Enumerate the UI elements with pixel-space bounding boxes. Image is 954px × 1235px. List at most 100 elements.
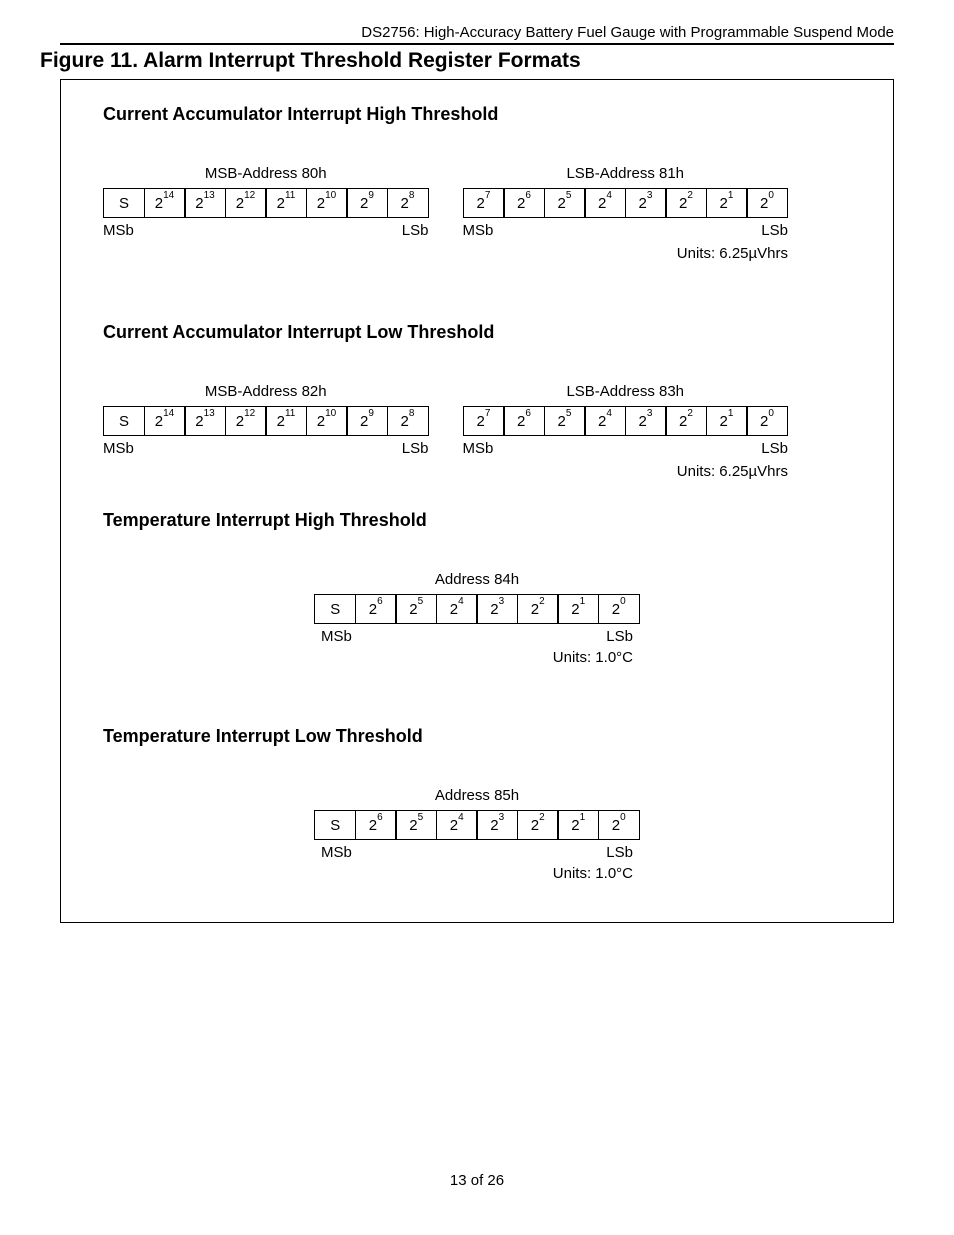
bit-cell: 27: [463, 188, 505, 218]
msb-byte: MSB-Address 82h S2142132122112102928 MSb…: [103, 383, 429, 480]
bit-cell: 29: [346, 406, 388, 436]
bit-cell: 23: [625, 406, 667, 436]
bit-cell: 212: [225, 188, 267, 218]
section-title: Temperature Interrupt Low Threshold: [103, 726, 851, 747]
section-title: Current Accumulator Interrupt Low Thresh…: [103, 322, 851, 343]
bit-cell: 28: [387, 406, 429, 436]
bit-row: S26252423222120: [314, 594, 640, 624]
bit-cell: 22: [517, 594, 559, 624]
units-label: Units: 6.25µVhrs: [677, 463, 788, 480]
bit-row: 2726252423222120: [463, 406, 789, 436]
bit-cell: 22: [665, 406, 707, 436]
lsb-label: LSb: [402, 440, 429, 457]
bit-cell: 20: [746, 406, 788, 436]
bit-cell: 26: [503, 188, 545, 218]
msb-label: MSb: [463, 222, 494, 239]
units-label: Units: 6.25µVhrs: [677, 245, 788, 262]
lsb-byte: LSB-Address 81h 2726252423222120 MSb LSb…: [463, 165, 789, 262]
units-label: Units: 1.0°C: [321, 649, 633, 666]
bit-cell: 28: [387, 188, 429, 218]
address-label: MSB-Address 80h: [205, 165, 327, 182]
bit-cell: 24: [436, 594, 478, 624]
bit-cell: 29: [346, 188, 388, 218]
address-label: MSB-Address 82h: [205, 383, 327, 400]
bit-cell: 23: [625, 188, 667, 218]
msb-label: MSb: [463, 440, 494, 457]
bit-cell: 20: [746, 188, 788, 218]
bit-cell: S: [103, 406, 145, 436]
msb-label: MSb: [103, 222, 134, 239]
header-rule: [60, 43, 894, 45]
bit-cell: 210: [306, 188, 348, 218]
page-header: DS2756: High-Accuracy Battery Fuel Gauge…: [60, 24, 894, 41]
lsb-byte: LSB-Address 83h 2726252423222120 MSb LSb…: [463, 383, 789, 480]
bit-labels: MSb LSb: [463, 440, 789, 457]
bit-cell: 24: [584, 406, 626, 436]
bit-cell: 26: [355, 594, 397, 624]
bit-cell: 214: [144, 406, 186, 436]
page: DS2756: High-Accuracy Battery Fuel Gauge…: [0, 0, 954, 1235]
lsb-label: LSb: [606, 844, 633, 861]
bit-cell: 213: [184, 406, 226, 436]
bit-cell: 211: [265, 188, 307, 218]
bit-cell: S: [314, 810, 356, 840]
lsb-label: LSb: [402, 222, 429, 239]
bit-cell: 24: [584, 188, 626, 218]
bit-cell: 23: [476, 810, 518, 840]
bit-cell: S: [314, 594, 356, 624]
bit-cell: 23: [476, 594, 518, 624]
bit-labels: MSb LSb: [321, 628, 633, 645]
bit-cell: 212: [225, 406, 267, 436]
bit-cell: 24: [436, 810, 478, 840]
bit-row: S2142132122112102928: [103, 188, 429, 218]
bit-cell: 210: [306, 406, 348, 436]
page-number: 13 of 26: [0, 1172, 954, 1189]
bit-cell: 26: [355, 810, 397, 840]
bit-cell: 21: [706, 406, 748, 436]
bit-cell: 213: [184, 188, 226, 218]
bit-cell: 20: [598, 810, 640, 840]
bit-cell: 27: [463, 406, 505, 436]
register-double: MSB-Address 80h S2142132122112102928 MSb…: [103, 165, 851, 262]
address-label: Address 84h: [435, 571, 519, 588]
msb-label: MSb: [321, 844, 352, 861]
bit-cell: 25: [395, 810, 437, 840]
bit-cell: 22: [517, 810, 559, 840]
lsb-label: LSb: [761, 222, 788, 239]
bit-row: S2142132122112102928: [103, 406, 429, 436]
bit-cell: 25: [544, 406, 586, 436]
bit-labels: MSb LSb: [103, 222, 429, 239]
bit-cell: 25: [544, 188, 586, 218]
bit-cell: 211: [265, 406, 307, 436]
figure-box: Current Accumulator Interrupt High Thres…: [60, 79, 894, 923]
section-title: Temperature Interrupt High Threshold: [103, 510, 851, 531]
bit-cell: 22: [665, 188, 707, 218]
bit-cell: 21: [557, 594, 599, 624]
bit-labels: MSb LSb: [321, 844, 633, 861]
bit-cell: 214: [144, 188, 186, 218]
bit-row: S26252423222120: [314, 810, 640, 840]
register-double: MSB-Address 82h S2142132122112102928 MSb…: [103, 383, 851, 480]
bit-labels: MSb LSb: [103, 440, 429, 457]
register-single: Address 85h S26252423222120 MSb LSb Unit…: [103, 787, 851, 882]
bit-cell: S: [103, 188, 145, 218]
figure-title: Figure 11. Alarm Interrupt Threshold Reg…: [40, 49, 894, 73]
lsb-label: LSb: [761, 440, 788, 457]
msb-label: MSb: [103, 440, 134, 457]
units-label: Units: 1.0°C: [321, 865, 633, 882]
address-label: LSB-Address 83h: [566, 383, 684, 400]
bit-cell: 26: [503, 406, 545, 436]
msb-label: MSb: [321, 628, 352, 645]
lsb-label: LSb: [606, 628, 633, 645]
bit-labels: MSb LSb: [463, 222, 789, 239]
bit-cell: 21: [706, 188, 748, 218]
address-label: LSB-Address 81h: [566, 165, 684, 182]
msb-byte: MSB-Address 80h S2142132122112102928 MSb…: [103, 165, 429, 262]
bit-cell: 25: [395, 594, 437, 624]
bit-cell: 20: [598, 594, 640, 624]
bit-row: 2726252423222120: [463, 188, 789, 218]
bit-cell: 21: [557, 810, 599, 840]
address-label: Address 85h: [435, 787, 519, 804]
register-single: Address 84h S26252423222120 MSb LSb Unit…: [103, 571, 851, 666]
section-title: Current Accumulator Interrupt High Thres…: [103, 104, 851, 125]
